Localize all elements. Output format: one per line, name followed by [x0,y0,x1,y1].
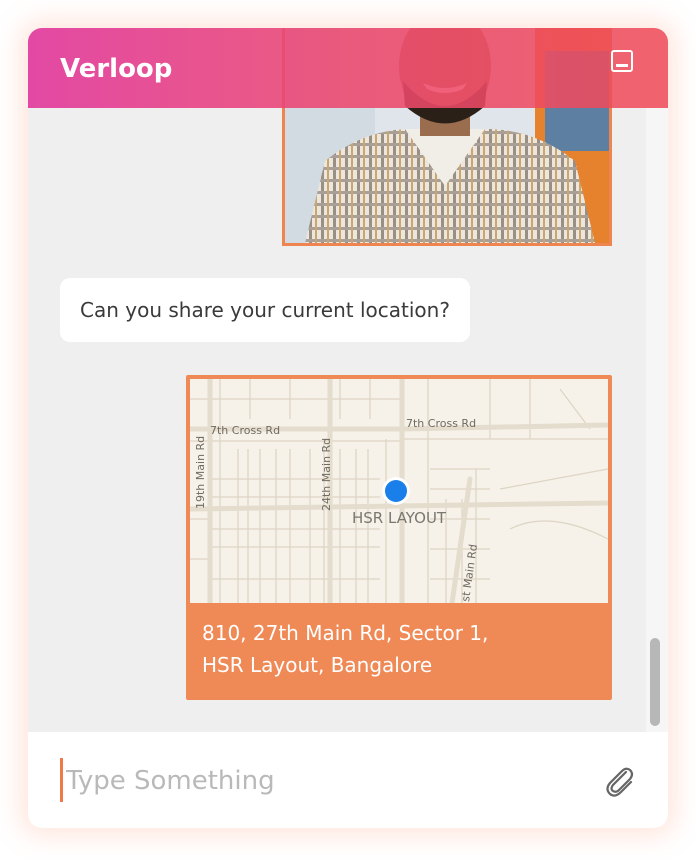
map-label-19th-main: 19th Main Rd [194,436,207,509]
text-caret [60,758,63,802]
location-map[interactable]: 7th Cross Rd 7th Cross Rd 19th Main Rd 2… [190,379,608,603]
location-pin-icon [385,480,407,502]
minimize-icon[interactable] [611,50,633,72]
location-address: 810, 27th Main Rd, Sector 1, HSR Layout,… [202,621,489,677]
paperclip-icon[interactable] [602,764,636,798]
message-composer [28,732,668,828]
map-label-cross-right: 7th Cross Rd [406,417,476,430]
scrollbar-track[interactable] [646,108,668,732]
scrollbar-thumb[interactable] [650,638,660,726]
bot-message-bubble: Can you share your current location? [60,278,470,342]
map-label-cross-left: 7th Cross Rd [210,424,280,437]
chat-messages[interactable]: Can you share your current location? 7th… [28,28,668,732]
chat-header: Verloop [28,28,668,108]
map-label-24th-main: 24th Main Rd [320,438,333,511]
minimize-bar [616,64,628,67]
chat-widget: Can you share your current location? 7th… [28,28,668,828]
bot-message-text: Can you share your current location? [80,298,450,322]
location-message[interactable]: 7th Cross Rd 7th Cross Rd 19th Main Rd 2… [186,375,612,700]
app-title: Verloop [60,54,173,84]
map-label-area: HSR LAYOUT [352,509,447,527]
message-input[interactable] [64,760,588,802]
